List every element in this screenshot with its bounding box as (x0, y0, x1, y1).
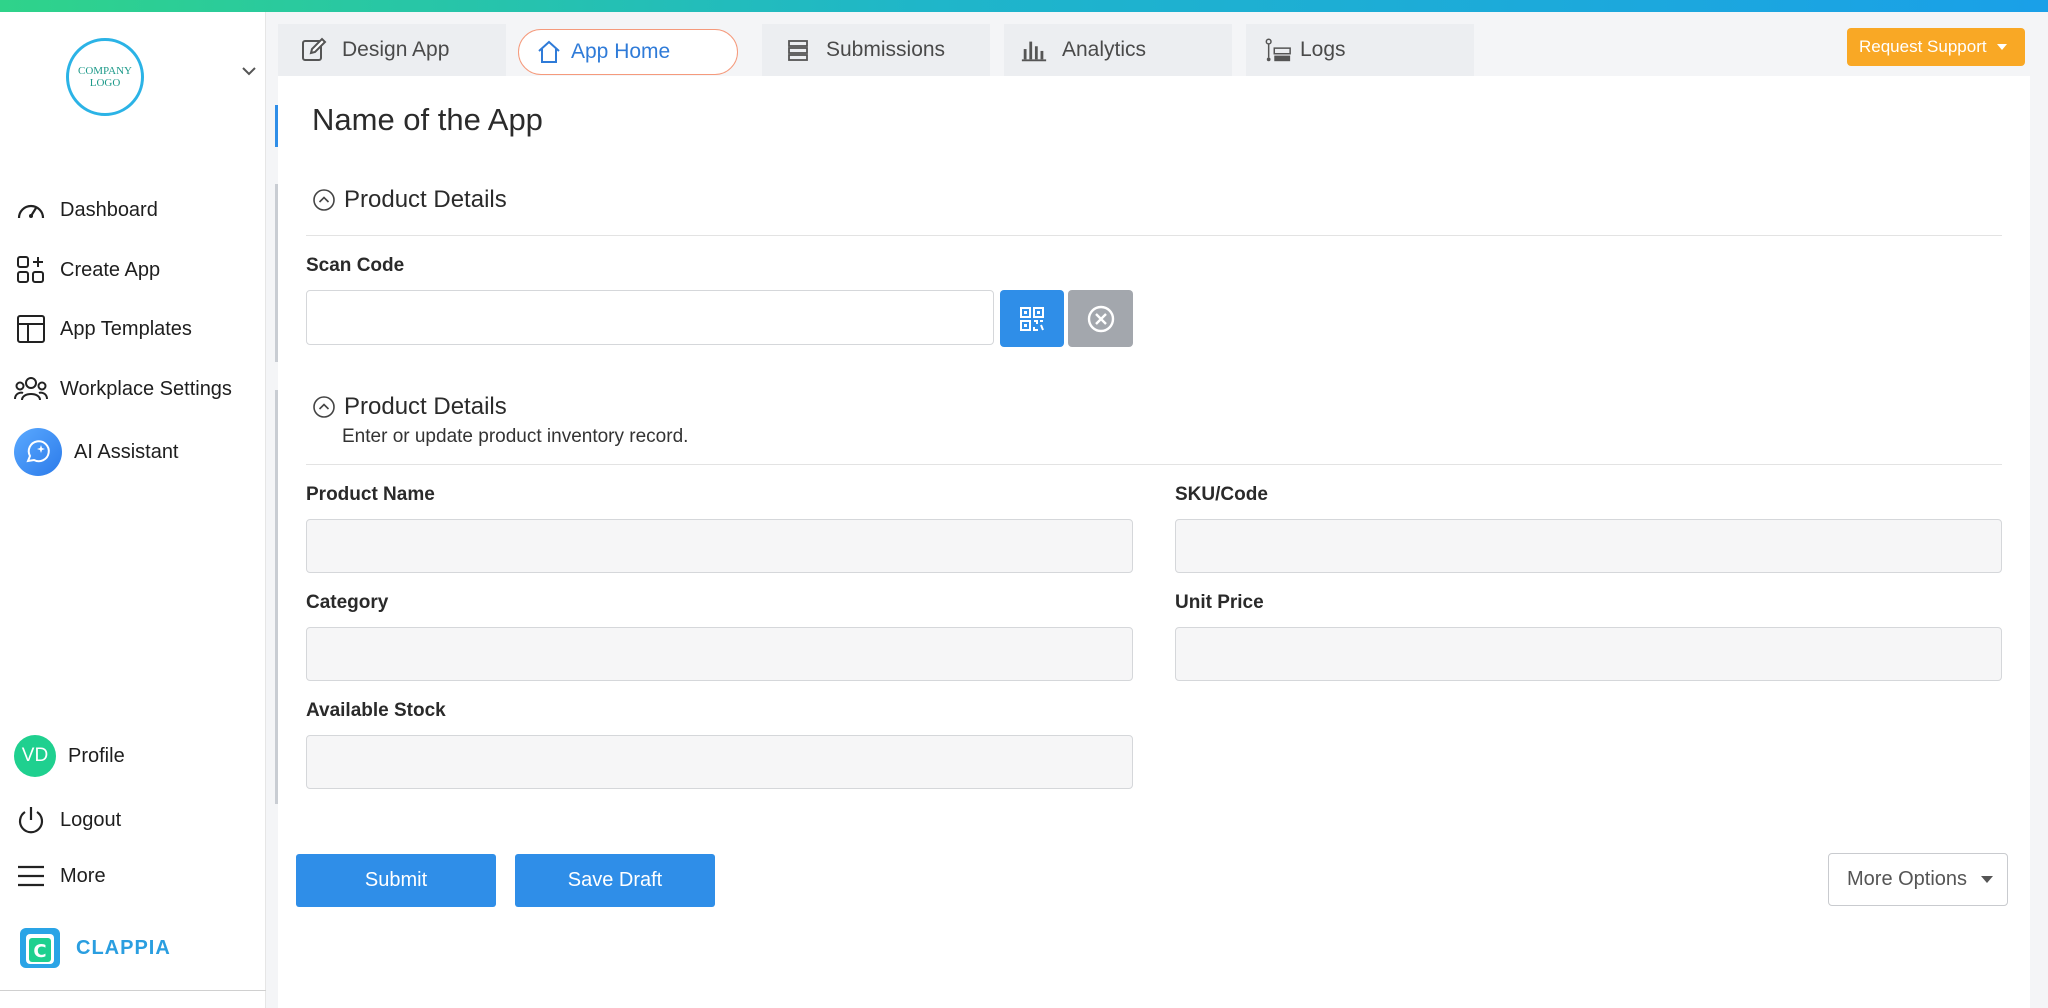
sidebar-item-label: Workplace Settings (60, 377, 232, 400)
chevron-down-icon[interactable] (240, 62, 258, 80)
top-gradient-bar (0, 0, 2048, 12)
available-stock-input[interactable] (306, 735, 1133, 789)
tab-label: Logs (1300, 38, 1346, 61)
svg-text:C: C (33, 941, 46, 962)
sidebar-item-create-app[interactable]: Create App (14, 250, 254, 290)
unit-price-input[interactable] (1175, 627, 2002, 681)
close-circle-icon (1087, 305, 1114, 332)
section-header-product-details[interactable]: Product Details (312, 186, 507, 214)
product-name-label: Product Name (306, 484, 435, 505)
section-title: Product Details (344, 393, 507, 420)
caret-down-icon (1981, 876, 1994, 883)
category-label: Category (306, 592, 389, 613)
sidebar-item-workplace-settings[interactable]: Workplace Settings (14, 369, 254, 409)
more-options-button[interactable]: More Options (1828, 853, 2008, 906)
tab-label: Design App (342, 38, 450, 61)
tab-analytics[interactable]: Analytics (1004, 24, 1232, 76)
scrollbar[interactable] (2032, 12, 2048, 1008)
avatar: VD (14, 735, 56, 777)
home-icon (535, 38, 563, 66)
section-header-product-details[interactable]: Product Details (312, 393, 507, 421)
qr-code-icon (1020, 306, 1044, 331)
tab-label: App Home (571, 40, 671, 63)
sidebar-item-label: More (60, 864, 106, 887)
sidebar-item-label: AI Assistant (74, 440, 179, 463)
gauge-icon (14, 193, 48, 227)
scan-code-input[interactable] (306, 290, 994, 345)
bar-chart-icon (1020, 36, 1048, 64)
sidebar-item-label: Logout (60, 808, 122, 831)
stack-icon (784, 36, 812, 64)
clear-scan-button[interactable] (1068, 290, 1133, 347)
category-input[interactable] (306, 627, 1133, 681)
request-support-button[interactable]: Request Support (1847, 28, 2025, 66)
save-draft-button[interactable]: Save Draft (515, 854, 715, 907)
sidebar-item-app-templates[interactable]: App Templates (14, 309, 254, 349)
sidebar: COMPANY LOGO Dashboard Create App App Te… (0, 12, 266, 1008)
unit-price-label: Unit Price (1175, 592, 1264, 613)
sidebar-item-label: Dashboard (60, 198, 158, 221)
sidebar-item-profile[interactable]: VD Profile (14, 735, 254, 777)
edit-icon (300, 36, 328, 64)
scan-code-label: Scan Code (306, 255, 405, 276)
company-logo-text: COMPANY LOGO (77, 65, 132, 89)
brand[interactable]: C CLAPPIA (18, 926, 171, 970)
section-accent (275, 184, 278, 362)
brand-name: CLAPPIA (76, 936, 171, 959)
title-accent (275, 105, 278, 147)
sidebar-item-label: App Templates (60, 317, 192, 340)
tab-submissions[interactable]: Submissions (762, 24, 990, 76)
product-name-input[interactable] (306, 519, 1133, 573)
sidebar-item-dashboard[interactable]: Dashboard (14, 190, 254, 230)
submit-button[interactable]: Submit (296, 854, 496, 907)
chevron-up-circle-icon (313, 189, 335, 211)
template-icon (14, 312, 48, 346)
scan-qr-button[interactable] (1000, 290, 1064, 347)
tab-label: Submissions (826, 38, 946, 61)
chevron-up-circle-icon (313, 396, 335, 418)
section-description: Enter or update product inventory record… (342, 426, 689, 447)
sidebar-item-more[interactable]: More (14, 856, 254, 896)
tab-logs[interactable]: Logs (1246, 24, 1474, 76)
clappia-logo-icon: C (18, 926, 62, 970)
divider (306, 235, 2002, 236)
tab-app-home[interactable]: App Home (518, 29, 738, 75)
section-title: Product Details (344, 186, 507, 213)
logs-icon (1264, 36, 1292, 64)
ai-sparkle-icon (14, 428, 62, 476)
divider (306, 464, 2002, 465)
caret-down-icon (1996, 44, 2007, 50)
tab-label: Analytics (1062, 38, 1147, 61)
section-accent (275, 390, 278, 804)
users-icon (14, 372, 48, 406)
tab-design-app[interactable]: Design App (278, 24, 506, 76)
page-title: Name of the App (312, 102, 543, 137)
sidebar-item-label: Create App (60, 258, 161, 281)
power-icon (14, 803, 48, 837)
menu-icon (14, 859, 48, 893)
available-stock-label: Available Stock (306, 700, 446, 721)
sku-code-label: SKU/Code (1175, 484, 1268, 505)
request-support-label: Request Support (1859, 37, 1987, 56)
divider (0, 990, 266, 991)
more-options-label: More Options (1847, 868, 1968, 890)
sku-code-input[interactable] (1175, 519, 2002, 573)
sidebar-item-logout[interactable]: Logout (14, 800, 254, 840)
sidebar-item-label: Profile (68, 744, 125, 767)
sidebar-item-ai-assistant[interactable]: AI Assistant (14, 428, 254, 476)
company-logo[interactable]: COMPANY LOGO (66, 38, 144, 116)
grid-plus-icon (14, 253, 48, 287)
